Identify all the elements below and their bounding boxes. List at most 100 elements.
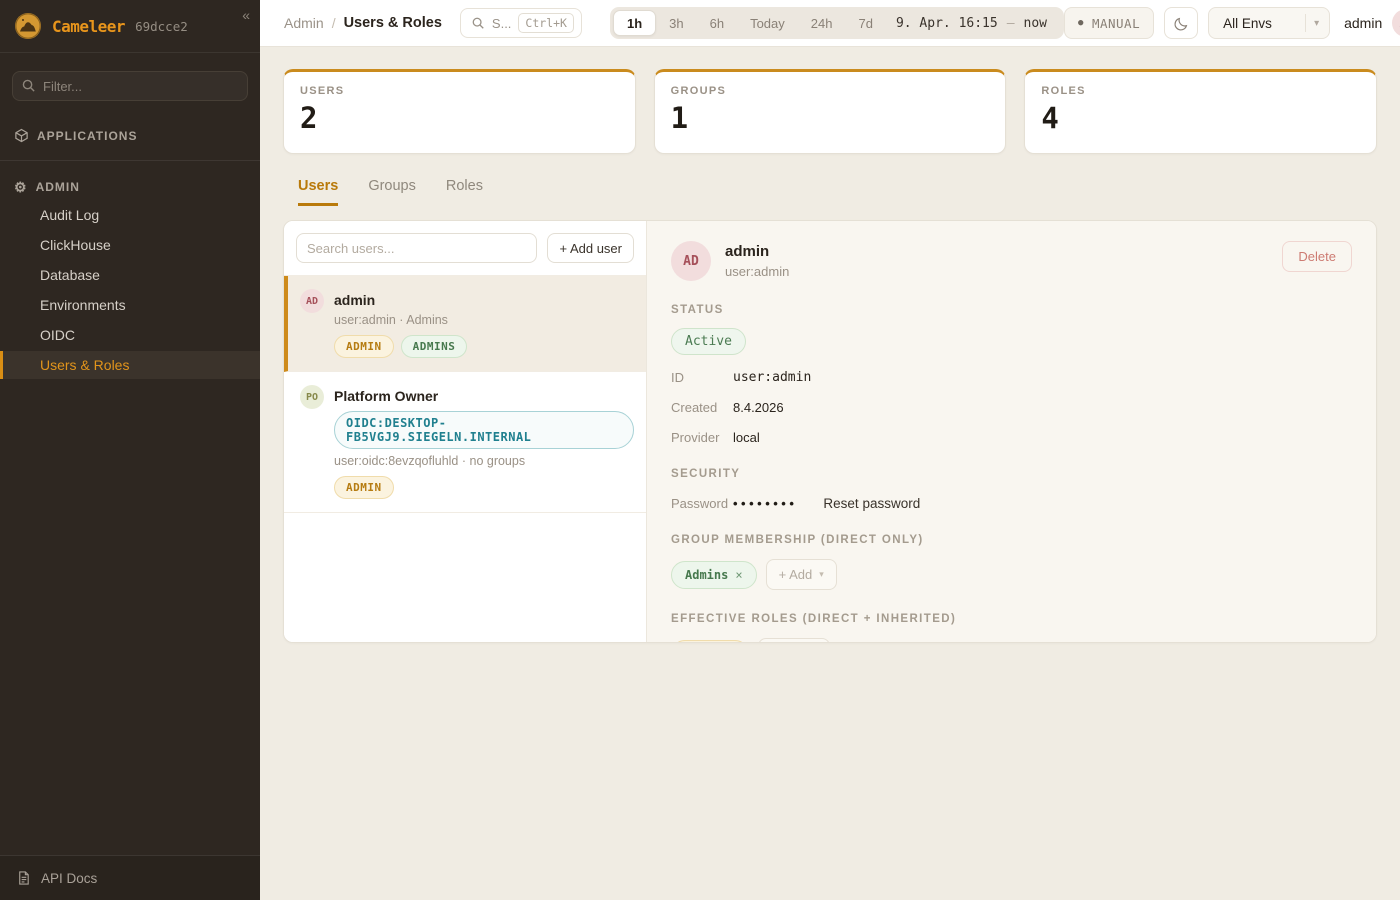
time-range-3h[interactable]: 3h [656,10,696,36]
theme-toggle-button[interactable] [1164,7,1198,39]
sidebar-item-users-roles[interactable]: Users & Roles [0,351,260,379]
environment-select[interactable]: All Envs ▾ [1208,7,1330,39]
time-range-today[interactable]: Today [737,10,798,36]
password-row: Password •••••••• Reset password [671,496,1352,511]
refresh-mode-label: MANUAL [1092,16,1140,31]
sidebar-item-environments[interactable]: Environments [0,291,260,319]
field-row-created: Created 8.4.2026 [671,400,1352,415]
sidebar-divider [0,160,260,161]
detail-identity: admin user:admin [725,243,789,279]
user-badges: ADMIN ADMINS [334,335,634,358]
oidc-provider-badge: OIDC:DESKTOP-FB5VGJ9.SIEGELN.INTERNAL [334,411,634,449]
stat-value: 4 [1041,101,1360,135]
time-range-1h[interactable]: 1h [613,10,656,36]
field-value: 8.4.2026 [733,400,784,415]
search-shortcut-kbd: Ctrl+K [518,13,574,33]
stat-card-users: USERS 2 [283,69,636,154]
delete-user-button[interactable]: Delete [1282,241,1352,272]
time-range-6h[interactable]: 6h [697,10,737,36]
reset-password-link[interactable]: Reset password [823,496,920,511]
add-label: + Add [779,567,813,582]
document-icon [16,870,31,886]
add-role-button[interactable]: + Add ▾ [758,638,829,642]
user-list-item-platform-owner[interactable]: PO Platform Owner OIDC:DESKTOP-FB5VGJ9.S… [284,372,646,513]
password-mask: •••••••• [733,496,797,511]
api-docs-link[interactable]: API Docs [0,855,260,900]
sidebar-filter-input[interactable] [12,71,248,101]
topbar: Admin / Users & Roles S... Ctrl+K 1h 3h … [260,0,1400,47]
user-name: Platform Owner [334,388,634,404]
field-row-id: ID user:admin [671,370,1352,385]
field-label: ID [671,370,733,385]
refresh-mode-button[interactable]: ● MANUAL [1064,7,1154,39]
tab-roles[interactable]: Roles [446,178,483,206]
user-meta: user:oidc:8evzqofluhld · no groups [334,454,634,468]
stat-label: GROUPS [671,85,990,97]
user-list-item-admin[interactable]: AD admin user:admin · Admins ADMIN ADMIN… [284,276,646,372]
stat-card-roles: ROLES 4 [1024,69,1377,154]
stat-value: 2 [300,101,619,135]
sidebar-item-audit-log[interactable]: Audit Log [0,201,260,229]
user-row-body: Platform Owner OIDC:DESKTOP-FB5VGJ9.SIEG… [334,385,634,499]
sidebar-collapse-icon[interactable]: « [242,8,250,22]
time-range-control: 1h 3h 6h Today 24h 7d 9. Apr. 16:15 — no… [610,7,1064,39]
time-range-24h[interactable]: 24h [798,10,846,36]
status-dot-icon: ● [1078,18,1084,28]
stat-label: ROLES [1041,85,1360,97]
add-group-button[interactable]: + Add ▾ [766,559,837,590]
admin-nav: Audit Log ClickHouse Database Environmen… [0,199,260,381]
search-icon [21,78,36,93]
time-separator: — [1007,16,1015,31]
sidebar: Cameleer 69dcce2 « APPLICATIONS ⚙ ADMIN … [0,0,260,900]
build-id: 69dcce2 [135,19,188,34]
sidebar-item-database[interactable]: Database [0,261,260,289]
current-user-avatar[interactable]: AD [1392,9,1400,37]
user-meta: user:admin · Admins [334,313,634,327]
tab-groups[interactable]: Groups [368,178,416,206]
time-display[interactable]: 9. Apr. 16:15 — now [886,16,1061,31]
search-icon [471,16,485,30]
time-range-7d[interactable]: 7d [845,10,885,36]
topbar-right-group: ● MANUAL All Envs ▾ admin AD [1064,7,1400,39]
group-membership-heading: GROUP MEMBERSHIP (DIRECT ONLY) [671,534,1352,546]
main-column: Admin / Users & Roles S... Ctrl+K 1h 3h … [260,0,1400,900]
field-label: Provider [671,430,733,445]
chevron-down-icon: ▾ [819,569,824,580]
add-user-button[interactable]: + Add user [547,233,634,263]
breadcrumb: Admin / Users & Roles [284,15,442,31]
moon-icon [1173,15,1190,32]
role-chip-admin: ADMIN × [671,640,749,643]
time-start: 9. Apr. 16:15 [896,16,998,31]
remove-chip-icon[interactable]: × [735,568,742,582]
breadcrumb-admin[interactable]: Admin [284,15,324,31]
current-user-name: admin [1344,15,1382,31]
sidebar-section-label: ADMIN [36,180,80,194]
sidebar-item-oidc[interactable]: OIDC [0,321,260,349]
role-chips-row: ADMIN × + Add ▾ [671,638,1352,642]
tab-users[interactable]: Users [298,178,338,206]
sidebar-section-admin[interactable]: ⚙ ADMIN [0,175,260,199]
role-badge: ADMIN [334,476,394,499]
page-content: USERS 2 GROUPS 1 ROLES 4 Users Groups Ro… [260,47,1400,900]
field-row-provider: Provider local [671,430,1352,445]
stat-value: 1 [671,101,990,135]
detail-header: AD admin user:admin [671,241,1352,281]
sidebar-item-clickhouse[interactable]: ClickHouse [0,231,260,259]
app-title: Cameleer [52,17,125,36]
status-badge: Active [671,328,746,355]
role-badge: ADMIN [334,335,394,358]
oidc-badge-line: OIDC:DESKTOP-FB5VGJ9.SIEGELN.INTERNAL [334,411,634,449]
field-value: local [733,430,760,445]
search-users-input[interactable] [296,233,537,263]
field-label: Created [671,400,733,415]
sidebar-section-applications[interactable]: APPLICATIONS [0,123,260,148]
effective-roles-heading: EFFECTIVE ROLES (DIRECT + INHERITED) [671,613,1352,625]
chevron-down-icon: ▾ [1305,14,1319,32]
tabs: Users Groups Roles [283,178,1377,206]
group-chips-row: Admins × + Add ▾ [671,559,1352,590]
group-badge: ADMINS [401,335,468,358]
avatar: AD [300,289,324,313]
status-heading: STATUS [671,304,1352,316]
user-name: admin [334,292,634,308]
global-search-button[interactable]: S... Ctrl+K [460,8,582,38]
